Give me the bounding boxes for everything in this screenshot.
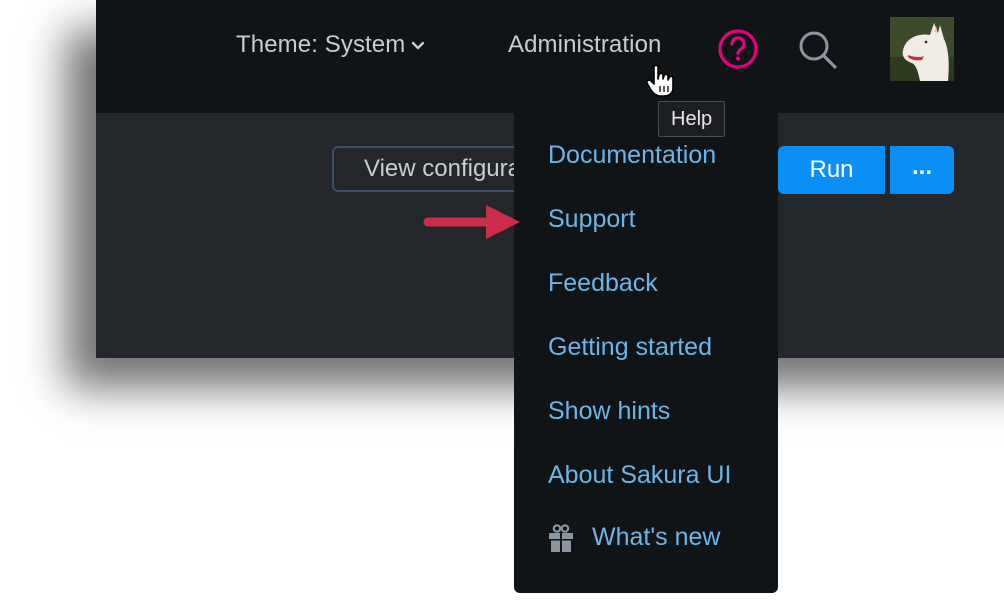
menu-item-whats-new[interactable]: What's new xyxy=(548,523,720,552)
administration-link[interactable]: Administration xyxy=(508,31,661,59)
hand-pointer-cursor-icon xyxy=(646,64,674,97)
menu-item-documentation[interactable]: Documentation xyxy=(548,141,716,170)
chevron-down-icon xyxy=(412,41,425,50)
user-avatar[interactable] xyxy=(890,17,954,81)
help-icon[interactable] xyxy=(717,28,759,70)
theme-selector[interactable]: Theme: System xyxy=(236,31,425,59)
menu-item-support[interactable]: Support xyxy=(548,205,636,234)
more-options-button[interactable]: ... xyxy=(890,146,954,194)
menu-item-show-hints[interactable]: Show hints xyxy=(548,397,670,426)
menu-item-feedback[interactable]: Feedback xyxy=(548,269,658,298)
search-icon[interactable] xyxy=(796,28,840,72)
run-button[interactable]: Run xyxy=(778,146,885,194)
menu-item-about[interactable]: About Sakura UI xyxy=(548,461,731,490)
menu-item-getting-started[interactable]: Getting started xyxy=(548,333,712,362)
annotation-arrow-icon xyxy=(423,205,520,239)
top-navbar: Theme: System Administration xyxy=(96,0,1004,113)
avatar-image xyxy=(890,17,954,81)
help-tooltip: Help xyxy=(658,101,726,137)
gift-icon xyxy=(549,523,573,552)
theme-label: Theme: System xyxy=(236,31,406,58)
whats-new-label: What's new xyxy=(592,523,721,551)
help-dropdown-menu: Documentation Support Feedback Getting s… xyxy=(514,103,778,593)
